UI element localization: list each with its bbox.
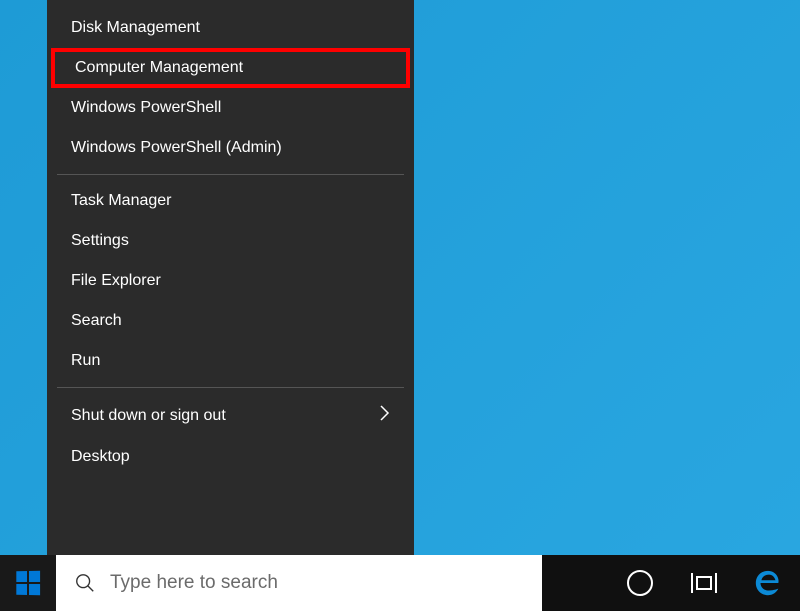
windows-logo-icon <box>16 571 40 595</box>
menu-item-label: Desktop <box>71 448 130 466</box>
menu-separator <box>57 174 404 175</box>
menu-item-file-explorer[interactable]: File Explorer <box>47 261 414 301</box>
start-button[interactable] <box>0 555 56 611</box>
menu-item-label: Windows PowerShell (Admin) <box>71 139 282 157</box>
winx-context-menu: Disk Management Computer Management Wind… <box>47 0 414 555</box>
menu-item-label: Disk Management <box>71 19 200 37</box>
edge-icon <box>753 568 783 598</box>
search-input[interactable] <box>110 572 524 594</box>
cortana-button[interactable] <box>608 555 672 611</box>
edge-button[interactable] <box>736 555 800 611</box>
menu-item-label: Computer Management <box>75 59 243 77</box>
cortana-icon <box>627 570 653 596</box>
menu-item-label: Search <box>71 312 122 330</box>
menu-item-search[interactable]: Search <box>47 301 414 341</box>
menu-item-computer-management[interactable]: Computer Management <box>51 48 410 88</box>
menu-item-shutdown[interactable]: Shut down or sign out <box>47 394 414 437</box>
chevron-right-icon <box>380 405 390 426</box>
task-view-button[interactable] <box>672 555 736 611</box>
menu-item-run[interactable]: Run <box>47 341 414 381</box>
menu-item-task-manager[interactable]: Task Manager <box>47 181 414 221</box>
menu-item-label: Task Manager <box>71 192 172 210</box>
menu-item-label: File Explorer <box>71 272 161 290</box>
task-view-icon <box>691 573 717 593</box>
menu-item-desktop[interactable]: Desktop <box>47 437 414 477</box>
taskbar <box>0 555 800 611</box>
menu-item-disk-management[interactable]: Disk Management <box>47 8 414 48</box>
search-icon <box>74 572 96 594</box>
menu-item-label: Settings <box>71 232 129 250</box>
menu-item-label: Windows PowerShell <box>71 99 221 117</box>
menu-item-powershell-admin[interactable]: Windows PowerShell (Admin) <box>47 128 414 168</box>
search-box[interactable] <box>56 555 542 611</box>
taskbar-right <box>608 555 800 611</box>
menu-item-settings[interactable]: Settings <box>47 221 414 261</box>
menu-separator <box>57 387 404 388</box>
menu-item-powershell[interactable]: Windows PowerShell <box>47 88 414 128</box>
menu-item-label: Run <box>71 352 100 370</box>
menu-item-label: Shut down or sign out <box>71 407 226 425</box>
